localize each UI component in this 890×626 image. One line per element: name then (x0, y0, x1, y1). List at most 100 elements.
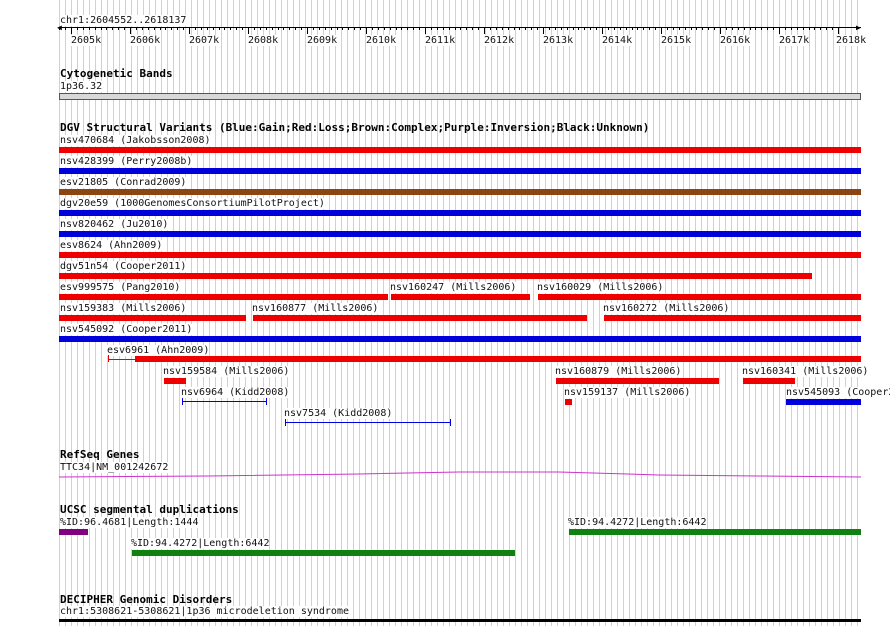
variant-bar[interactable] (59, 189, 861, 195)
ruler-minor-tick (608, 27, 609, 30)
ruler-tick-label: 2609k (307, 35, 338, 46)
variant-bar[interactable] (59, 294, 388, 300)
ruler-minor-tick (744, 27, 745, 30)
ruler-minor-tick (620, 27, 621, 30)
variant-label: nsv160029 (Mills2006) (537, 282, 664, 293)
variant-bar[interactable] (743, 378, 795, 384)
variant-end-tick (108, 355, 109, 362)
variant-label: nsv159383 (Mills2006) (60, 303, 187, 314)
segdup-bar[interactable] (132, 550, 515, 556)
ruler-minor-tick (626, 27, 627, 30)
ruler-minor-tick (112, 27, 113, 30)
ruler-position: chr1:2604552..2618137 (60, 15, 187, 26)
ruler-minor-tick (637, 27, 638, 30)
ruler-minor-tick (101, 27, 102, 30)
ruler-minor-tick (738, 27, 739, 30)
ruler-minor-tick (136, 27, 137, 30)
variant-end-tick (182, 398, 183, 405)
ruler-minor-tick (714, 27, 715, 30)
ruler-minor-tick (519, 27, 520, 30)
segdup-bar[interactable] (569, 529, 861, 535)
ruler-minor-tick (767, 27, 768, 30)
ruler-minor-tick (437, 27, 438, 30)
variant-bar[interactable] (556, 378, 719, 384)
variant-bar[interactable] (565, 399, 572, 405)
ruler-minor-tick (348, 27, 349, 30)
variant-label: dgv51n54 (Cooper2011) (60, 261, 187, 272)
ruler-minor-tick (207, 27, 208, 30)
ruler-minor-tick (531, 27, 532, 30)
ruler-minor-tick (449, 27, 450, 30)
ruler-minor-tick (337, 27, 338, 30)
ruler-tick-label: 2607k (189, 35, 220, 46)
ruler-minor-tick (372, 27, 373, 30)
ruler-minor-tick (254, 27, 255, 30)
ruler-tick-label: 2616k (720, 35, 751, 46)
decipher-label: chr1:5308621-5308621|1p36 microdeletion … (60, 606, 349, 617)
ruler-minor-tick (342, 27, 343, 30)
ruler-minor-tick (761, 27, 762, 30)
ruler-minor-tick (791, 27, 792, 30)
ruler-minor-tick (773, 27, 774, 30)
ruler-minor-tick (419, 27, 420, 30)
variant-bar[interactable] (59, 231, 861, 237)
ruler-minor-tick (561, 27, 562, 30)
ruler-minor-tick (390, 27, 391, 30)
variant-bar[interactable] (59, 273, 812, 279)
gene-model[interactable] (59, 468, 861, 482)
ruler-tick (779, 27, 780, 34)
segdup-track-title[interactable]: UCSC segmental duplications (60, 504, 239, 516)
variant-bar[interactable] (604, 315, 861, 321)
variant-bar[interactable] (59, 252, 861, 258)
segdup-bar[interactable] (59, 529, 88, 535)
decipher-track-title[interactable]: DECIPHER Genomic Disorders (60, 594, 232, 606)
variant-bar[interactable] (135, 356, 861, 362)
ruler-minor-tick (596, 27, 597, 30)
variant-bar[interactable] (59, 210, 861, 216)
variant-intron-line[interactable] (285, 422, 451, 423)
variant-bar[interactable] (391, 294, 530, 300)
variant-bar[interactable] (59, 168, 861, 174)
variant-bar[interactable] (538, 294, 861, 300)
decipher-bar[interactable] (59, 619, 861, 622)
cytoband-bar[interactable] (59, 93, 861, 100)
variant-bar[interactable] (59, 336, 861, 342)
variant-bar[interactable] (786, 399, 861, 405)
variant-intron-line (108, 359, 135, 360)
ruler-minor-tick (65, 27, 66, 30)
dgv-track-title[interactable]: DGV Structural Variants (Blue:Gain;Red:L… (60, 122, 649, 134)
ruler-minor-tick (289, 27, 290, 30)
ruler-minor-tick (278, 27, 279, 30)
ruler-tick (661, 27, 662, 34)
cytoband-track-title[interactable]: Cytogenetic Bands (60, 68, 173, 80)
ruler-minor-tick (154, 27, 155, 30)
ruler-tick-label: 2610k (366, 35, 397, 46)
variant-label: nsv428399 (Perry2008b) (60, 156, 193, 167)
variant-label: nsv545093 (Cooper2011) (786, 387, 890, 398)
ruler-minor-tick (313, 27, 314, 30)
ruler-minor-tick (142, 27, 143, 30)
variant-label: esv21805 (Conrad2009) (60, 177, 187, 188)
ruler-minor-tick (331, 27, 332, 30)
variant-bar[interactable] (164, 378, 186, 384)
ruler-minor-tick (814, 27, 815, 30)
ruler-minor-tick (502, 27, 503, 30)
ruler-minor-tick (785, 27, 786, 30)
variant-bar[interactable] (59, 147, 861, 153)
ruler-minor-tick (396, 27, 397, 30)
ruler-minor-tick (431, 27, 432, 30)
refseq-track-title[interactable]: RefSeq Genes (60, 449, 139, 461)
ruler-minor-tick (224, 27, 225, 30)
variant-intron-line[interactable] (182, 401, 267, 402)
ruler-minor-tick (549, 27, 550, 30)
variant-label: nsv7534 (Kidd2008) (284, 408, 393, 419)
ruler-minor-tick (578, 27, 579, 30)
variant-bar[interactable] (59, 315, 246, 321)
ruler-minor-tick (213, 27, 214, 30)
ruler-minor-tick (83, 27, 84, 30)
scale-right-arrow-icon: ▶ (856, 23, 861, 32)
ruler-minor-tick (649, 27, 650, 30)
ruler-minor-tick (584, 27, 585, 30)
variant-bar[interactable] (253, 315, 587, 321)
ruler-minor-tick (295, 27, 296, 30)
